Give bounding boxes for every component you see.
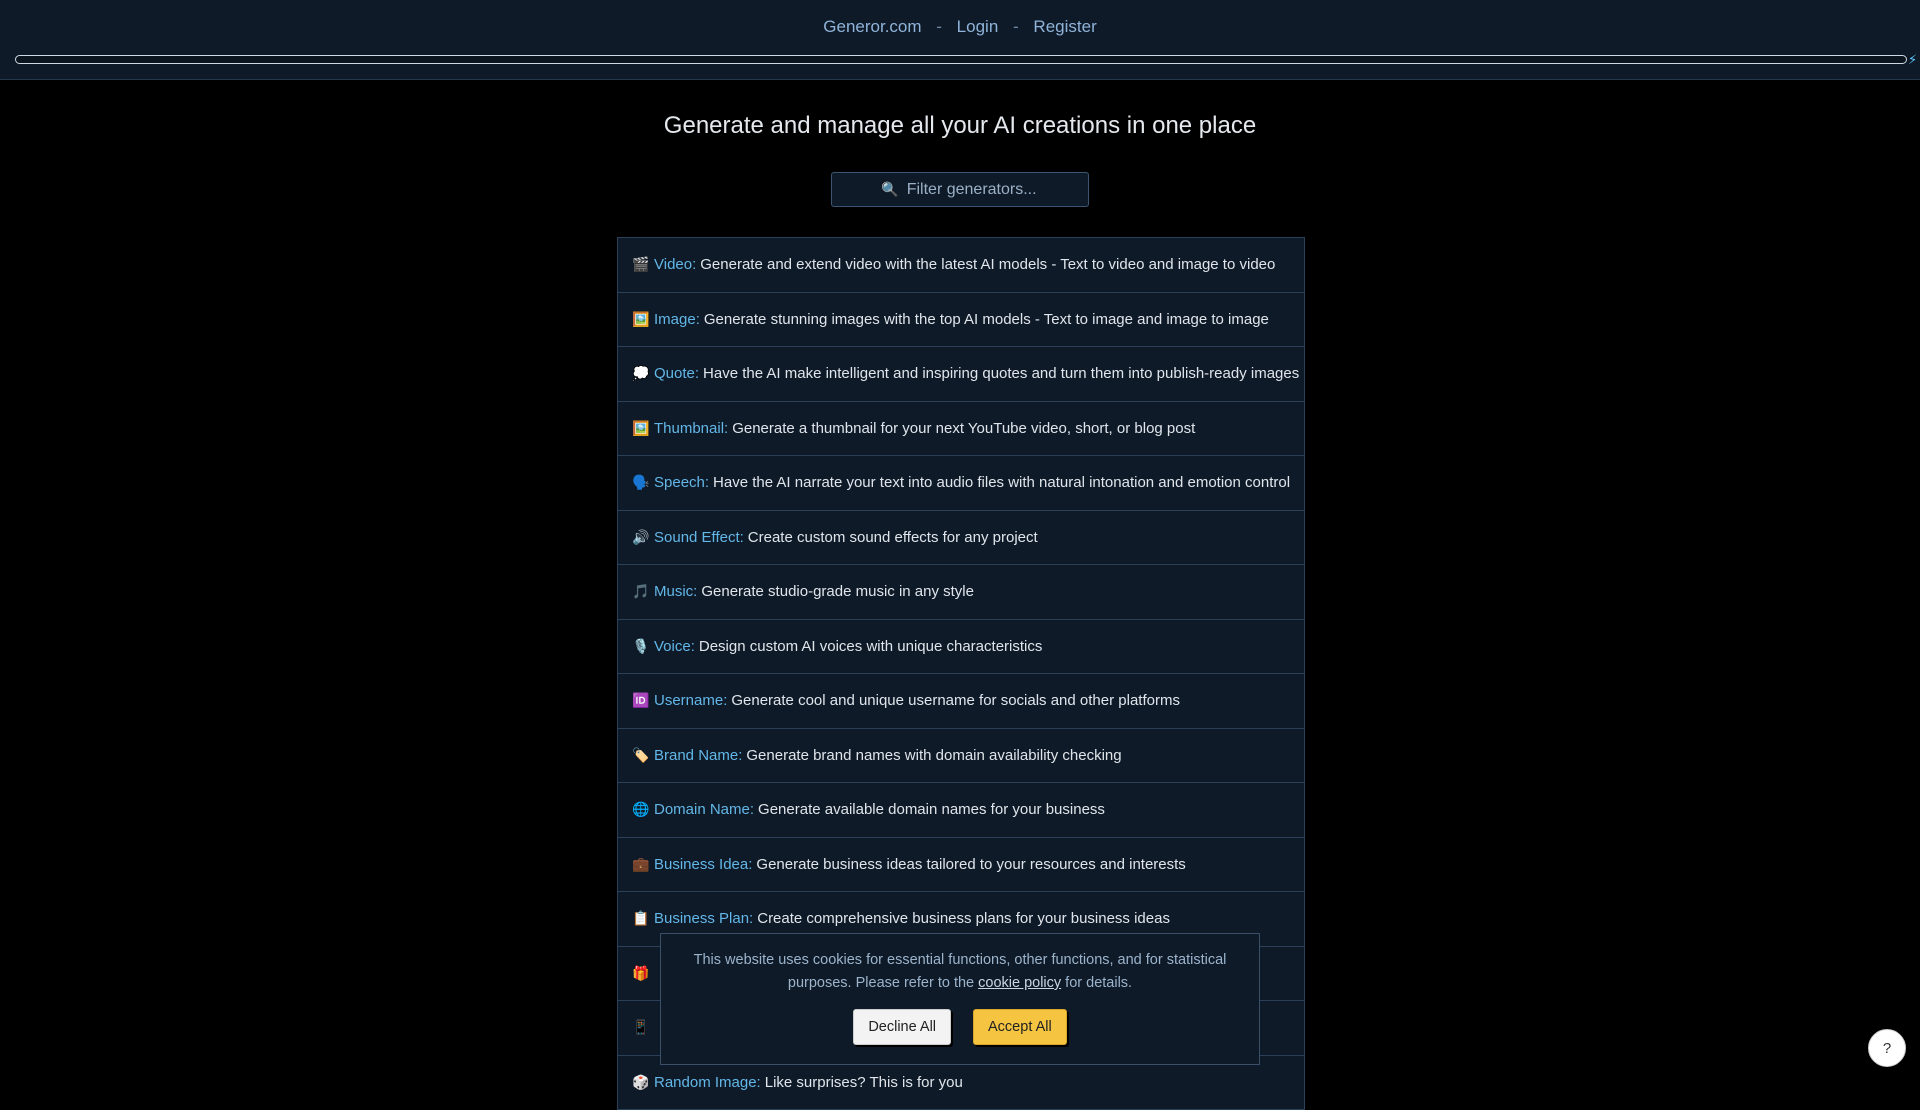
generator-name-link[interactable]: Image: — [654, 311, 700, 328]
nav-separator: - — [1013, 17, 1019, 36]
accept-all-button[interactable]: Accept All — [973, 1009, 1067, 1045]
filter-input[interactable] — [905, 180, 1039, 200]
login-link[interactable]: Login — [957, 17, 999, 36]
search-box: 🔍 — [831, 172, 1089, 207]
generator-icon: 💼 — [632, 856, 652, 873]
generator-description: Generate cool and unique username for so… — [731, 692, 1180, 709]
generator-icon: 🎁 — [632, 965, 652, 982]
page-title: Generate and manage all your AI creation… — [0, 112, 1920, 140]
generator-description: Generate available domain names for your… — [758, 801, 1105, 818]
site-link[interactable]: Generor.com — [823, 17, 921, 36]
generator-name-link[interactable]: Voice: — [654, 638, 695, 655]
cookie-text: This website uses cookies for essential … — [694, 952, 1227, 991]
generator-description: Generate brand names with domain availab… — [746, 747, 1121, 764]
generator-icon: 🎬 — [632, 256, 652, 273]
top-bar: Generor.com - Login - Register ⚡ — [0, 0, 1920, 80]
generator-icon: 🎙️ — [632, 638, 652, 655]
help-button[interactable]: ? — [1868, 1029, 1906, 1067]
nav-separator: - — [936, 17, 942, 36]
generator-item[interactable]: 🎵Music:Generate studio-grade music in an… — [618, 565, 1304, 620]
generator-item[interactable]: 🎙️Voice:Design custom AI voices with uni… — [618, 620, 1304, 675]
generator-name-link[interactable]: Speech: — [654, 474, 709, 491]
generator-item[interactable]: 💭Quote:Have the AI make intelligent and … — [618, 347, 1304, 402]
generator-item[interactable]: 🗣️Speech:Have the AI narrate your text i… — [618, 456, 1304, 511]
generator-name-link[interactable]: Music: — [654, 583, 697, 600]
generator-description: Generate stunning images with the top AI… — [704, 311, 1269, 328]
generator-name-link[interactable]: Sound Effect: — [654, 529, 744, 546]
generator-description: Generate studio-grade music in any style — [701, 583, 974, 600]
generator-icon: 💭 — [632, 365, 652, 382]
register-link[interactable]: Register — [1033, 17, 1096, 36]
cookie-banner: This website uses cookies for essential … — [660, 933, 1260, 1065]
generator-icon: 🗣️ — [632, 474, 652, 491]
generator-icon: 🖼️ — [632, 311, 652, 328]
generator-name-link[interactable]: Business Idea: — [654, 856, 752, 873]
cookie-text-end: for details. — [1061, 975, 1132, 991]
generator-icon: 🔊 — [632, 529, 652, 546]
generator-icon: 🎵 — [632, 583, 652, 600]
generator-description: Have the AI narrate your text into audio… — [713, 474, 1290, 491]
generator-item[interactable]: 🖼️Thumbnail:Generate a thumbnail for you… — [618, 402, 1304, 457]
cookie-buttons: Decline All Accept All — [661, 1009, 1259, 1045]
generator-description: Like surprises? This is for you — [765, 1074, 963, 1091]
generator-item[interactable]: 🏷️Brand Name:Generate brand names with d… — [618, 729, 1304, 784]
generator-name-link[interactable]: Business Plan: — [654, 910, 753, 927]
generator-name-link[interactable]: Brand Name: — [654, 747, 742, 764]
generator-name-link[interactable]: Video: — [654, 256, 696, 273]
generator-item[interactable]: 🌐Domain Name:Generate available domain n… — [618, 783, 1304, 838]
generator-icon: 🖼️ — [632, 420, 652, 437]
bolt-icon: ⚡ — [1908, 52, 1917, 68]
generator-description: Design custom AI voices with unique char… — [699, 638, 1042, 655]
cookie-message: This website uses cookies for essential … — [685, 949, 1235, 995]
generator-item[interactable]: 🎬Video:Generate and extend video with th… — [618, 238, 1304, 293]
generator-name-link[interactable]: Thumbnail: — [654, 420, 728, 437]
generator-icon: 📋 — [632, 910, 652, 927]
generator-item[interactable]: 🖼️Image:Generate stunning images with th… — [618, 293, 1304, 348]
generator-name-link[interactable]: Username: — [654, 692, 727, 709]
generator-icon: 🎲 — [632, 1074, 652, 1091]
generator-description: Create comprehensive business plans for … — [757, 910, 1170, 927]
generator-description: Create custom sound effects for any proj… — [748, 529, 1038, 546]
top-nav: Generor.com - Login - Register — [0, 17, 1920, 37]
generator-description: Generate and extend video with the lates… — [700, 256, 1275, 273]
decline-all-button[interactable]: Decline All — [853, 1009, 951, 1045]
generator-icon: 🏷️ — [632, 747, 652, 764]
generator-item[interactable]: 🆔Username:Generate cool and unique usern… — [618, 674, 1304, 729]
generator-name-link[interactable]: Random Image: — [654, 1074, 761, 1091]
generator-description: Have the AI make intelligent and inspiri… — [703, 365, 1299, 382]
generator-icon: 🆔 — [632, 692, 652, 709]
generator-icon: 🌐 — [632, 801, 652, 818]
generator-item[interactable]: 🔊Sound Effect:Create custom sound effect… — [618, 511, 1304, 566]
generator-description: Generate business ideas tailored to your… — [756, 856, 1185, 873]
generator-description: Generate a thumbnail for your next YouTu… — [732, 420, 1195, 437]
search-icon: 🔍 — [881, 181, 898, 198]
generator-item[interactable]: 💼Business Idea:Generate business ideas t… — [618, 838, 1304, 893]
generator-name-link[interactable]: Quote: — [654, 365, 699, 382]
progress-bar — [15, 55, 1907, 64]
cookie-policy-link[interactable]: cookie policy — [978, 975, 1061, 991]
generator-name-link[interactable]: Domain Name: — [654, 801, 754, 818]
generator-icon: 📱 — [632, 1019, 652, 1036]
